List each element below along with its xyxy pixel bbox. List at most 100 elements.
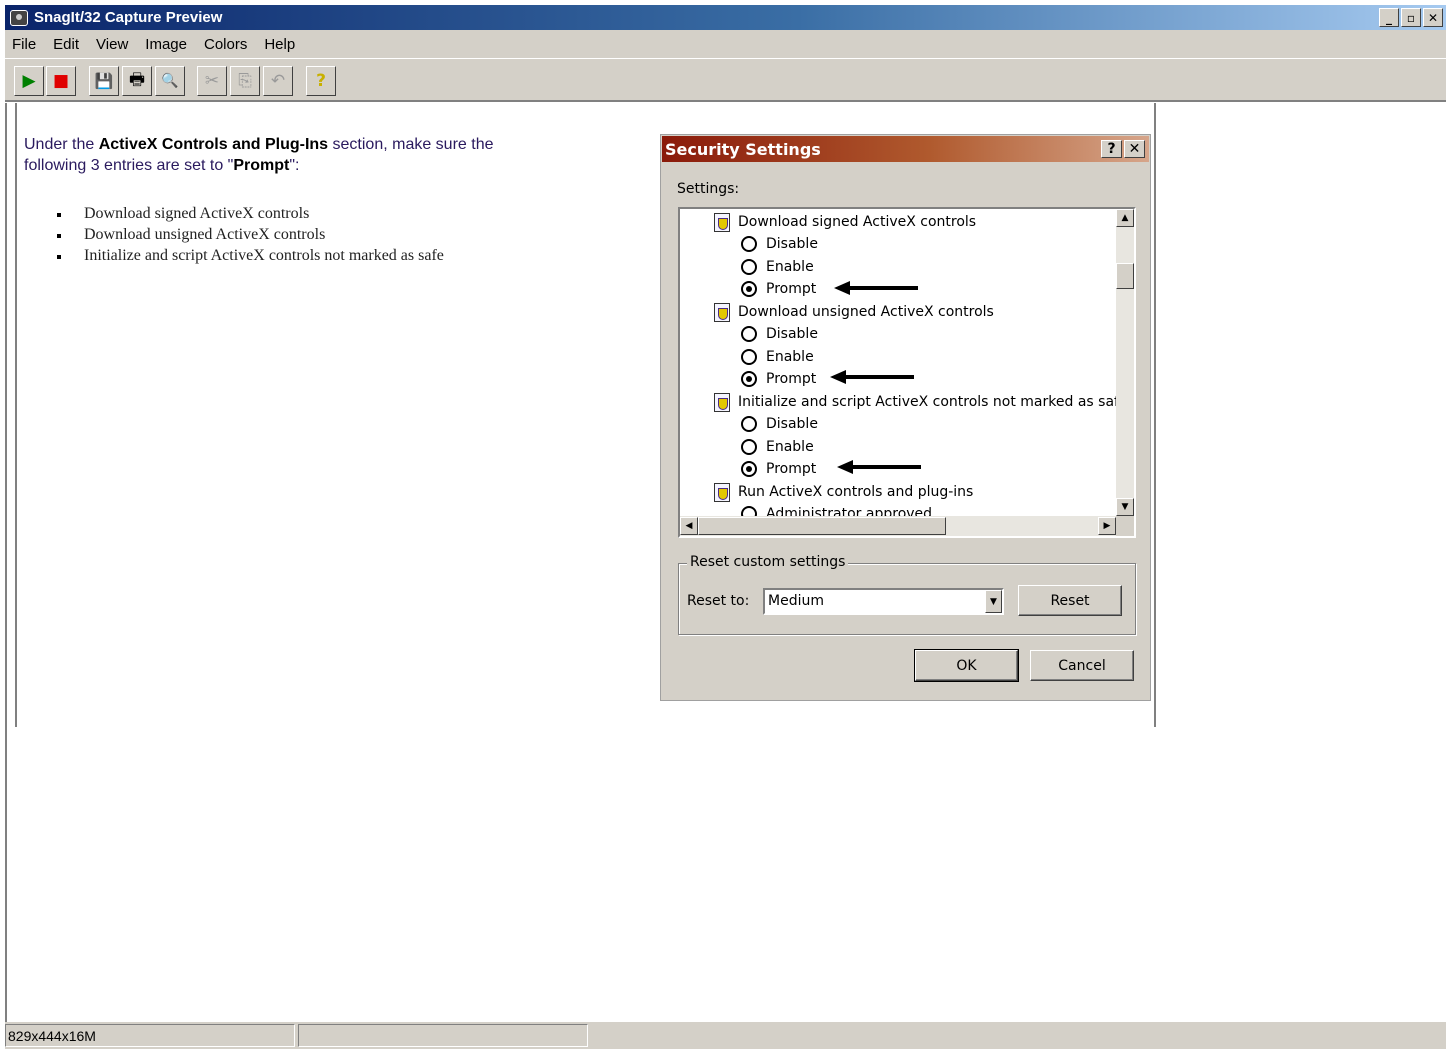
radio-label: Disable [766,326,818,342]
reset-level-value: Medium [768,593,824,609]
radio-selected-icon [741,371,757,387]
radio-administrator-approved[interactable]: Administrator approved [741,503,932,516]
radio-label: Enable [766,439,814,455]
settings-page-icon [714,392,730,412]
setting-category-label: Run ActiveX controls and plug-ins [738,484,974,500]
pointer-arrow-icon [830,370,914,384]
scroll-up-button[interactable]: ▲ [1116,209,1134,227]
toolbar: ▶ ■ 💾 🖶 🔍 ✂ ⎘ ↶ ? [5,58,1446,102]
menu-image[interactable]: Image [145,36,187,53]
list-item: Download unsigned ActiveX controls [57,224,444,245]
camera-icon [10,9,28,26]
restore-button[interactable]: ▫ [1401,8,1421,27]
minimize-button[interactable]: _ [1379,8,1399,27]
radio-enable[interactable]: Enable [741,436,814,458]
radio-enable[interactable]: Enable [741,346,814,368]
radio-icon [741,416,757,432]
close-button[interactable]: ✕ [1423,8,1443,27]
scrollbar-corner [1116,516,1134,536]
save-button[interactable]: 💾 [89,66,119,96]
status-bar: 829x444x16M [5,1022,1446,1049]
menu-bar: File Edit View Image Colors Help [5,30,1446,58]
setting-category-label: Initialize and script ActiveX controls n… [738,394,1116,410]
radio-enable[interactable]: Enable [741,256,814,278]
reset-button[interactable]: Reset [1018,585,1122,616]
radio-prompt[interactable]: Prompt [741,458,816,480]
scroll-left-button[interactable]: ◀ [680,517,698,535]
instruction-bullet-list: Download signed ActiveX controls Downloa… [57,203,444,266]
stop-button[interactable]: ■ [46,66,76,96]
cancel-button[interactable]: Cancel [1030,650,1134,681]
settings-label: Settings: [677,181,740,197]
instruction-bold-section: ActiveX Controls and Plug-Ins [98,136,329,153]
settings-tree-content: Download signed ActiveX controls Disable… [680,209,1116,516]
printer-icon: 🖶 [128,69,146,90]
radio-label: Prompt [766,371,817,387]
undo-icon: ↶ [270,71,286,91]
cut-button[interactable]: ✂ [197,66,227,96]
status-pane-2 [298,1024,588,1047]
settings-page-icon [714,302,730,322]
help-icon: ? [316,71,326,91]
menu-help[interactable]: Help [264,36,295,53]
radio-disable[interactable]: Disable [741,413,818,435]
horizontal-scrollbar[interactable]: ◀ ▶ [680,516,1116,536]
setting-category: Download unsigned ActiveX controls [714,301,994,323]
scroll-thumb[interactable] [1116,263,1134,289]
list-item: Initialize and script ActiveX controls n… [57,245,444,266]
settings-tree[interactable]: Download signed ActiveX controls Disable… [678,207,1136,538]
dialog-title-bar: Security Settings ? ✕ [662,136,1149,162]
copy-icon: ⎘ [238,71,252,91]
window-controls: _ ▫ ✕ [1379,8,1443,27]
pointer-arrow-icon [837,460,921,474]
undo-button[interactable]: ↶ [263,66,293,96]
scissors-icon: ✂ [204,71,220,91]
pointer-arrow-icon [834,281,918,295]
radio-disable[interactable]: Disable [741,233,818,255]
dialog-title: Security Settings [665,139,821,159]
security-settings-dialog: Security Settings ? ✕ Settings: Download… [660,134,1151,701]
radio-label: Disable [766,416,818,432]
radio-label: Enable [766,259,814,275]
scroll-down-button[interactable]: ▼ [1116,498,1134,516]
preview-client-area: Under the ActiveX Controls and Plug-Ins … [5,103,1446,1022]
print-button[interactable]: 🖶 [122,66,152,96]
menu-edit[interactable]: Edit [53,36,79,53]
radio-label: Prompt [766,281,817,297]
play-icon: ▶ [22,71,36,91]
dialog-close-button[interactable]: ✕ [1124,140,1145,158]
menu-file[interactable]: File [12,36,36,53]
radio-label: Administrator approved [766,506,933,516]
instruction-part3: ": [289,157,300,174]
radio-disable[interactable]: Disable [741,323,818,345]
radio-icon [741,259,757,275]
menu-colors[interactable]: Colors [204,36,247,53]
chevron-down-icon[interactable]: ▼ [985,590,1002,613]
print-preview-button[interactable]: 🔍 [155,66,185,96]
radio-label: Prompt [766,461,817,477]
instruction-part1: Under the [24,136,99,153]
ok-button[interactable]: OK [914,649,1019,682]
radio-icon [741,349,757,365]
radio-icon [741,439,757,455]
setting-category-label: Download signed ActiveX controls [738,214,977,230]
setting-category-label: Download unsigned ActiveX controls [738,304,994,320]
reset-level-select[interactable]: Medium ▼ [763,588,1004,615]
radio-label: Disable [766,236,818,252]
radio-icon [741,506,757,516]
dialog-controls: ? ✕ [1101,140,1145,158]
window-title-bar[interactable]: SnagIt/32 Capture Preview _ ▫ ✕ [5,5,1446,30]
instruction-text: Under the ActiveX Controls and Plug-Ins … [24,134,544,176]
dialog-help-button[interactable]: ? [1101,140,1122,158]
vertical-scrollbar[interactable]: ▲ ▼ [1116,209,1134,516]
scroll-right-button[interactable]: ▶ [1098,517,1116,535]
radio-icon [741,326,757,342]
radio-prompt[interactable]: Prompt [741,278,816,300]
play-button[interactable]: ▶ [14,66,44,96]
copy-button[interactable]: ⎘ [230,66,260,96]
help-button[interactable]: ? [306,66,336,96]
radio-prompt[interactable]: Prompt [741,368,816,390]
menu-view[interactable]: View [96,36,128,53]
reset-custom-settings-group: Reset custom settings Reset to: Medium ▼… [678,554,1136,635]
horizontal-scroll-thumb[interactable] [698,517,946,535]
